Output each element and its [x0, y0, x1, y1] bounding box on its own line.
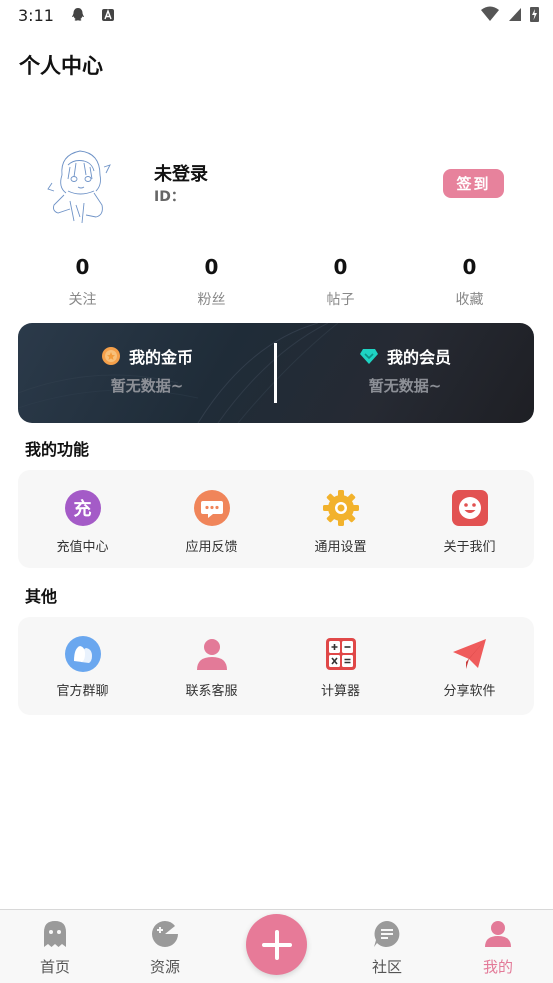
nav-home-label: 首页	[39, 958, 70, 976]
my-vip-button[interactable]: 我的会员 暂无数据~	[276, 323, 534, 423]
nav-mine-label: 我的	[482, 958, 513, 976]
nav-home[interactable]: 首页	[15, 910, 95, 977]
nav-resources-label: 资源	[149, 958, 180, 976]
group-chat-icon	[64, 636, 101, 672]
official-group-chat-label: 官方群聊	[56, 684, 109, 699]
calculator-label: 计算器	[320, 684, 360, 699]
share-plane-icon	[452, 639, 486, 669]
contact-service-button[interactable]: 联系客服	[147, 636, 276, 715]
status-time: 3:11	[18, 5, 54, 25]
feedback-icon	[193, 490, 230, 526]
status-indicators	[480, 6, 539, 22]
signal-icon	[509, 8, 521, 21]
stat-label: 关注	[68, 292, 97, 308]
general-settings-button[interactable]: 通用设置	[276, 488, 405, 568]
share-app-label: 分享软件	[443, 684, 496, 699]
recharge-center-label: 充值中心	[56, 540, 109, 555]
about-us-label: 关于我们	[443, 540, 496, 555]
stat-following[interactable]: 0 关注	[18, 255, 147, 309]
wifi-icon	[481, 6, 499, 21]
nav-resources[interactable]: 资源	[125, 910, 205, 977]
functions-card: 充 充值中心 应用反馈 通用设置 关于我们	[18, 470, 534, 568]
contact-service-label: 联系客服	[185, 684, 238, 699]
stat-favorites[interactable]: 0 收藏	[405, 255, 534, 309]
app-feedback-button[interactable]: 应用反馈	[147, 488, 276, 568]
settings-gear-icon	[322, 490, 359, 526]
diamond-icon	[359, 349, 378, 364]
official-group-chat-button[interactable]: 官方群聊	[18, 636, 147, 715]
share-app-button[interactable]: 分享软件	[405, 636, 534, 715]
add-post-button[interactable]	[246, 914, 307, 975]
stat-label: 收藏	[455, 292, 484, 308]
recharge-glyph: 充	[73, 499, 92, 520]
nav-mine[interactable]: 我的	[458, 910, 538, 977]
my-vip-value: 暂无数据~	[368, 377, 442, 395]
plus-icon	[261, 929, 292, 960]
about-us-button[interactable]: 关于我们	[405, 488, 534, 568]
nav-community[interactable]: 社区	[347, 910, 427, 977]
others-card: 官方群聊 联系客服 计算器 分享软件	[18, 617, 534, 715]
about-smile-icon	[451, 490, 488, 526]
my-coins-value: 暂无数据~	[110, 377, 184, 395]
functions-section-title: 我的功能	[25, 440, 90, 459]
stat-value: 0	[333, 255, 348, 279]
stat-label: 粉丝	[197, 292, 226, 308]
stat-value: 0	[204, 255, 219, 279]
battery-icon	[530, 7, 539, 22]
ghost-icon	[44, 921, 66, 947]
app-feedback-label: 应用反馈	[185, 540, 238, 555]
gamepad-icon	[152, 921, 178, 947]
wallet-card: 我的金币 暂无数据~ 我的会员 暂无数据~	[18, 323, 534, 423]
recharge-center-button[interactable]: 充 充值中心	[18, 488, 147, 568]
signin-button[interactable]: 签到	[443, 169, 504, 198]
page-title: 个人中心	[19, 54, 103, 78]
person-icon	[485, 921, 511, 947]
app-notification-icon	[101, 9, 114, 21]
chat-bubble-icon	[374, 921, 400, 947]
calculator-icon	[325, 638, 356, 670]
calculator-button[interactable]: 计算器	[276, 636, 405, 715]
stat-posts[interactable]: 0 帖子	[276, 255, 405, 309]
stat-label: 帖子	[326, 292, 355, 308]
stat-value: 0	[462, 255, 477, 279]
others-section-title: 其他	[25, 587, 58, 606]
coin-icon	[101, 347, 120, 365]
avatar[interactable]	[40, 145, 120, 225]
stat-fans[interactable]: 0 粉丝	[147, 255, 276, 309]
username[interactable]: 未登录	[154, 160, 208, 186]
user-id: ID：	[154, 189, 185, 205]
qq-notification-icon	[71, 8, 84, 21]
my-coins-button[interactable]: 我的金币 暂无数据~	[18, 323, 276, 423]
nav-community-label: 社区	[371, 958, 402, 976]
general-settings-label: 通用设置	[314, 540, 367, 555]
my-vip-title: 我的会员	[386, 348, 451, 367]
stat-value: 0	[75, 255, 90, 279]
stats-row: 0 关注 0 粉丝 0 帖子 0 收藏	[18, 255, 534, 309]
my-coins-title: 我的金币	[128, 348, 193, 367]
customer-service-icon	[196, 639, 227, 670]
status-bar: 3:11	[0, 0, 553, 30]
